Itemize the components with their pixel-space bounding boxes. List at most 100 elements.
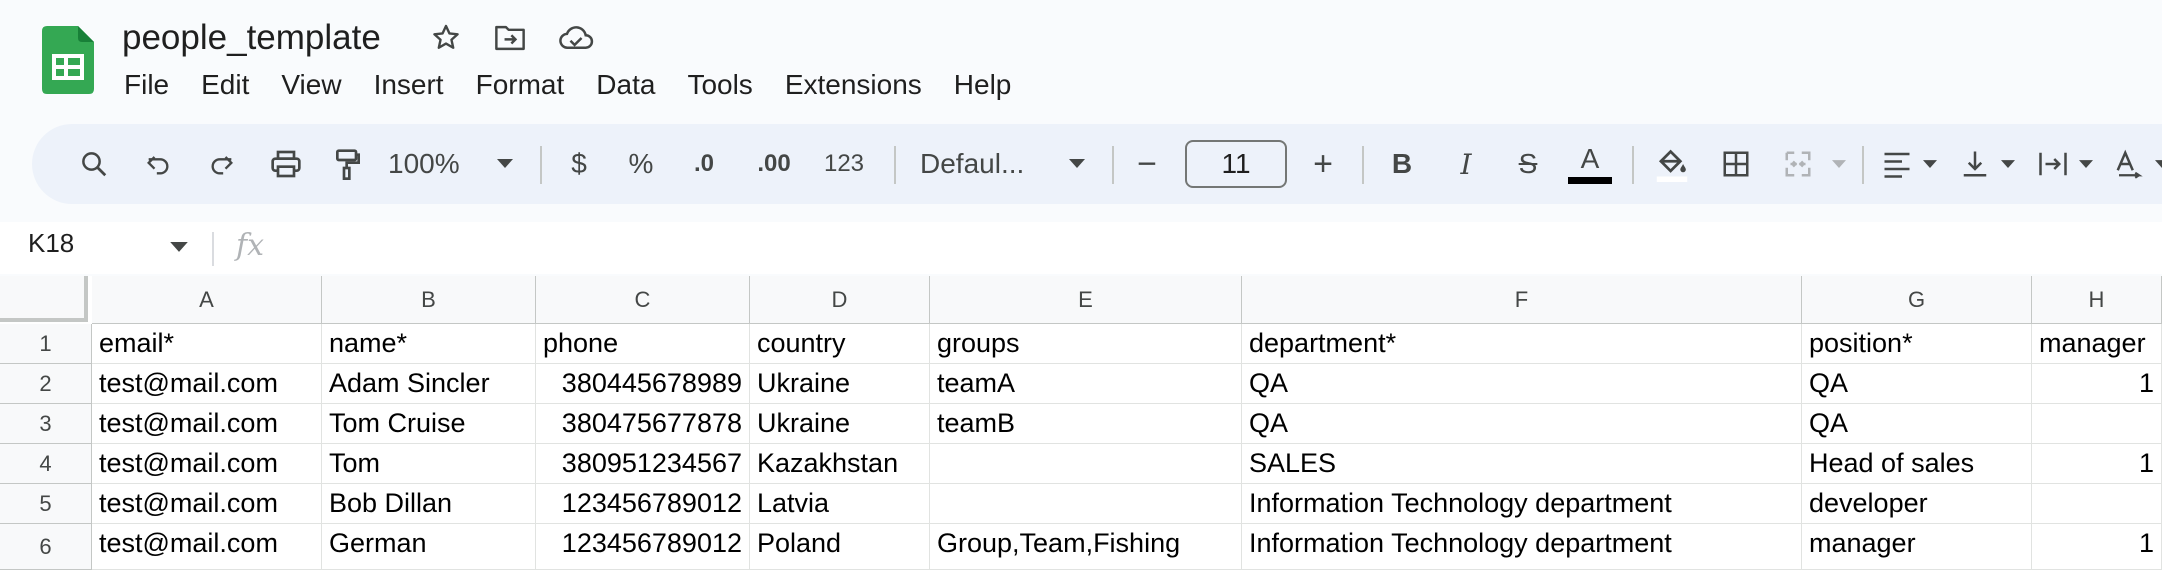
cell-h1[interactable]: manager (2032, 324, 2162, 364)
redo-icon[interactable] (194, 136, 250, 192)
menu-file[interactable]: File (108, 64, 185, 106)
cell-g1[interactable]: position* (1802, 324, 2032, 364)
cell-b4[interactable]: Tom (322, 444, 536, 484)
cloud-saved-icon[interactable] (558, 20, 594, 56)
merge-dropdown-icon[interactable] (1826, 136, 1852, 192)
row-header-3[interactable]: 3 (0, 404, 92, 444)
move-folder-icon[interactable] (492, 20, 528, 56)
cell-f5[interactable]: Information Technology department (1242, 484, 1802, 524)
cell-h6[interactable]: 1 (2032, 524, 2162, 570)
menu-view[interactable]: View (265, 64, 357, 106)
cell-d2[interactable]: Ukraine (750, 364, 930, 404)
cell-g4[interactable]: Head of sales (1802, 444, 2032, 484)
cell-g6[interactable]: manager (1802, 524, 2032, 570)
cell-c5[interactable]: 123456789012 (536, 484, 750, 524)
cell-d1[interactable]: country (750, 324, 930, 364)
cell-c4[interactable]: 380951234567 (536, 444, 750, 484)
cell-b6[interactable]: German (322, 524, 536, 570)
cell-a4[interactable]: test@mail.com (92, 444, 322, 484)
zoom-select[interactable]: 100% (388, 136, 488, 192)
column-header-a[interactable]: A (92, 276, 322, 324)
cell-h5[interactable] (2032, 484, 2162, 524)
strikethrough-button[interactable]: S (1500, 136, 1556, 192)
cell-e5[interactable] (930, 484, 1242, 524)
cell-g2[interactable]: QA (1802, 364, 2032, 404)
cell-f3[interactable]: QA (1242, 404, 1802, 444)
cell-d3[interactable]: Ukraine (750, 404, 930, 444)
cell-f2[interactable]: QA (1242, 364, 1802, 404)
cell-a1[interactable]: email* (92, 324, 322, 364)
column-header-b[interactable]: B (322, 276, 536, 324)
cell-c2[interactable]: 380445678989 (536, 364, 750, 404)
merge-cells-icon[interactable] (1770, 136, 1826, 192)
row-header-6[interactable]: 6 (0, 524, 92, 570)
cell-h2[interactable]: 1 (2032, 364, 2162, 404)
fill-color-icon[interactable] (1644, 136, 1700, 192)
print-icon[interactable] (258, 136, 314, 192)
menu-tools[interactable]: Tools (671, 64, 768, 106)
horizontal-align-dropdown-icon[interactable] (1918, 136, 1942, 192)
cell-f4[interactable]: SALES (1242, 444, 1802, 484)
column-header-g[interactable]: G (1802, 276, 2032, 324)
menu-insert[interactable]: Insert (358, 64, 460, 106)
sheets-logo-icon[interactable] (42, 26, 94, 94)
decrease-decimal-button[interactable]: .0 (676, 136, 732, 192)
menu-edit[interactable]: Edit (185, 64, 265, 106)
cell-d5[interactable]: Latvia (750, 484, 930, 524)
row-header-4[interactable]: 4 (0, 444, 92, 484)
horizontal-align-icon[interactable] (1872, 136, 1922, 192)
cell-b5[interactable]: Bob Dillan (322, 484, 536, 524)
vertical-align-icon[interactable] (1950, 136, 2000, 192)
column-header-h[interactable]: H (2032, 276, 2162, 324)
column-header-d[interactable]: D (750, 276, 930, 324)
select-all-corner[interactable] (0, 276, 88, 322)
cell-a6[interactable]: test@mail.com (92, 524, 322, 570)
borders-icon[interactable] (1708, 136, 1764, 192)
document-title[interactable]: people_template (122, 18, 381, 58)
increase-decimal-button[interactable]: .00 (742, 136, 806, 192)
cell-e4[interactable] (930, 444, 1242, 484)
cell-h3[interactable] (2032, 404, 2162, 444)
zoom-dropdown-icon[interactable] (490, 136, 520, 192)
currency-format-button[interactable]: $ (554, 136, 604, 192)
paint-format-icon[interactable] (320, 136, 376, 192)
cell-a2[interactable]: test@mail.com (92, 364, 322, 404)
bold-button[interactable]: B (1374, 136, 1430, 192)
font-family-select[interactable]: Defaul... (908, 136, 1080, 192)
increase-font-size-button[interactable]: + (1298, 136, 1348, 192)
cell-b1[interactable]: name* (322, 324, 536, 364)
cell-f1[interactable]: department* (1242, 324, 1802, 364)
menu-extensions[interactable]: Extensions (769, 64, 938, 106)
row-header-5[interactable]: 5 (0, 484, 92, 524)
name-box[interactable]: K18 (28, 228, 74, 259)
menu-help[interactable]: Help (938, 64, 1028, 106)
vertical-align-dropdown-icon[interactable] (1996, 136, 2020, 192)
percent-format-button[interactable]: % (616, 136, 666, 192)
cell-e2[interactable]: teamA (930, 364, 1242, 404)
column-header-c[interactable]: C (536, 276, 750, 324)
text-wrapping-dropdown-icon[interactable] (2074, 136, 2098, 192)
cell-b3[interactable]: Tom Cruise (322, 404, 536, 444)
cell-d6[interactable]: Poland (750, 524, 930, 570)
text-rotation-dropdown-icon[interactable] (2150, 136, 2162, 192)
cell-e1[interactable]: groups (930, 324, 1242, 364)
more-formats-button[interactable]: 123 (812, 136, 876, 192)
text-wrapping-icon[interactable] (2028, 136, 2078, 192)
cell-e3[interactable]: teamB (930, 404, 1242, 444)
cell-c3[interactable]: 380475677878 (536, 404, 750, 444)
text-color-button[interactable]: A (1562, 136, 1618, 192)
star-icon[interactable] (428, 20, 464, 56)
column-header-e[interactable]: E (930, 276, 1242, 324)
cell-d4[interactable]: Kazakhstan (750, 444, 930, 484)
cell-a5[interactable]: test@mail.com (92, 484, 322, 524)
menu-data[interactable]: Data (580, 64, 671, 106)
decrease-font-size-button[interactable]: − (1122, 136, 1172, 192)
cell-h4[interactable]: 1 (2032, 444, 2162, 484)
cell-e6[interactable]: Group,Team,Fishing (930, 524, 1242, 570)
menu-format[interactable]: Format (460, 64, 581, 106)
cell-f6[interactable]: Information Technology department (1242, 524, 1802, 570)
cell-b2[interactable]: Adam Sincler (322, 364, 536, 404)
name-box-dropdown-icon[interactable] (170, 240, 188, 258)
column-header-f[interactable]: F (1242, 276, 1802, 324)
cell-a3[interactable]: test@mail.com (92, 404, 322, 444)
